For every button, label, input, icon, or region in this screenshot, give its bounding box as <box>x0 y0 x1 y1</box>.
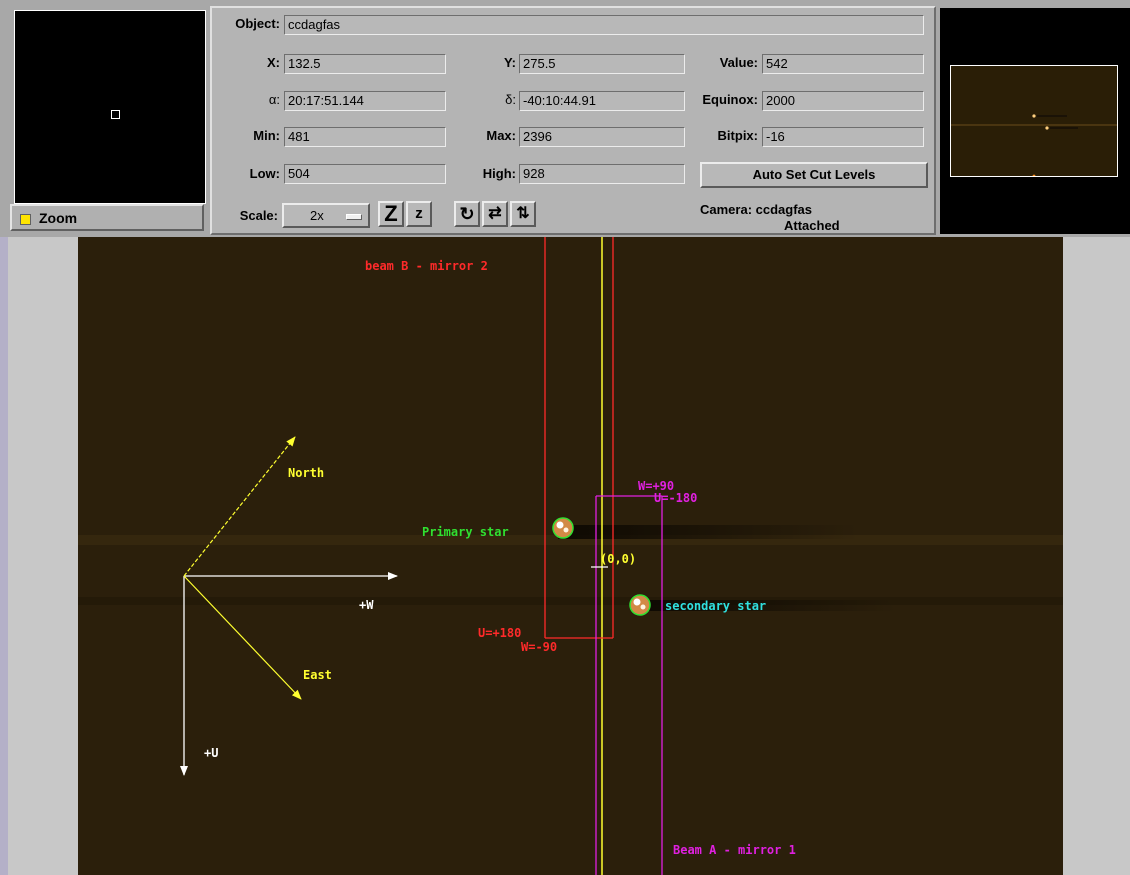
equinox-label: Equinox: <box>702 92 758 107</box>
zoom-toggle[interactable]: Zoom <box>10 204 204 231</box>
primary-star-label: Primary star <box>422 525 509 539</box>
alpha-label: α: <box>268 92 280 107</box>
north-label: North <box>288 466 324 480</box>
zoom-checkbox-icon[interactable] <box>20 214 31 225</box>
origin-label: (0,0) <box>600 552 636 566</box>
east-arrow <box>183 575 302 700</box>
flip-y-button[interactable]: ⇅ <box>510 201 536 227</box>
high-label: High: <box>482 166 516 181</box>
overview-image[interactable] <box>950 65 1118 178</box>
plus-w-label: +W <box>359 598 374 612</box>
min-field[interactable]: 481 <box>284 127 446 147</box>
low-label: Low: <box>249 166 280 181</box>
equinox-field[interactable]: 2000 <box>762 91 924 111</box>
north-arrow <box>183 436 296 577</box>
control-panel: Zoom Object: ccdagfas X: 132.5 Y: 275.5 … <box>0 0 1130 237</box>
zoom-cursor-box <box>111 110 120 119</box>
flip-y-icon: ⇅ <box>516 205 530 222</box>
zoom-out-button[interactable]: z <box>406 201 432 227</box>
alpha-field[interactable]: 20:17:51.144 <box>284 91 446 111</box>
object-field[interactable]: ccdagfas <box>284 15 924 35</box>
beam-b-label: beam B - mirror 2 <box>365 259 488 273</box>
max-label: Max: <box>486 128 516 143</box>
secondary-star-label: secondary star <box>665 599 766 613</box>
option-menu-indicator-icon <box>346 214 362 220</box>
east-label: East <box>303 668 332 682</box>
zoom-view <box>14 10 206 204</box>
value-label: Value: <box>719 55 758 70</box>
y-field[interactable]: 275.5 <box>519 54 685 74</box>
flip-x-icon: ⇄ <box>488 205 502 222</box>
pan-overview[interactable] <box>940 8 1130 234</box>
secondary-star <box>629 594 651 616</box>
value-field[interactable]: 542 <box>762 54 924 74</box>
beam-b-box <box>544 237 614 639</box>
camera-name: ccdagfas <box>755 202 813 217</box>
high-field[interactable]: 928 <box>519 164 685 184</box>
scale-value: 2x <box>310 208 324 223</box>
image-display[interactable]: beam B - mirror 2 Beam A - mirror 1 Nort… <box>78 237 1063 875</box>
auto-set-cut-levels-button[interactable]: Auto Set Cut Levels <box>700 162 928 188</box>
zoom-in-button[interactable]: Z <box>378 201 404 227</box>
object-label: Object: <box>235 16 280 31</box>
x-label: X: <box>267 55 280 70</box>
flip-x-button[interactable]: ⇄ <box>482 201 508 227</box>
bitpix-label: Bitpix: <box>717 128 758 143</box>
zoom-label: Zoom <box>39 210 78 226</box>
w-minus90-label: W=-90 <box>521 640 557 654</box>
camera-status: Attached <box>784 218 840 233</box>
scale-select[interactable]: 2x <box>282 203 370 228</box>
zoom-in-icon: Z <box>384 201 398 226</box>
bitpix-field[interactable]: -16 <box>762 127 924 147</box>
plus-u-label: +U <box>204 746 218 760</box>
rotate-button[interactable]: ↻ <box>454 201 480 227</box>
min-label: Min: <box>253 128 280 143</box>
primary-streak <box>558 525 858 539</box>
max-field[interactable]: 2396 <box>519 127 685 147</box>
u-minus180-label: U=-180 <box>654 491 697 505</box>
camera-info: Camera: ccdagfas <box>700 202 812 217</box>
u-plus180-label: U=+180 <box>478 626 521 640</box>
delta-label: δ: <box>505 92 516 107</box>
beam-a-label: Beam A - mirror 1 <box>673 843 796 857</box>
info-panel: Object: ccdagfas X: 132.5 Y: 275.5 Value… <box>210 6 936 235</box>
delta-field[interactable]: -40:10:44.91 <box>519 91 685 111</box>
y-label: Y: <box>503 55 516 70</box>
x-field[interactable]: 132.5 <box>284 54 446 74</box>
primary-star <box>552 517 574 539</box>
rotate-icon: ↻ <box>459 204 475 224</box>
camera-label: Camera: <box>700 202 753 217</box>
low-field[interactable]: 504 <box>284 164 446 184</box>
zoom-out-icon: z <box>415 205 423 222</box>
scale-label: Scale: <box>239 208 278 223</box>
noise-band <box>78 535 1063 605</box>
left-scrollbar[interactable] <box>0 237 8 875</box>
